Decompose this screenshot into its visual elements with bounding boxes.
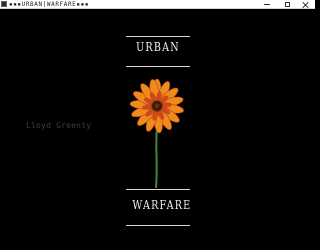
bottom-title: WARFARE <box>132 198 192 212</box>
flower-petals <box>129 78 184 134</box>
top-title-lower-divider <box>126 66 190 67</box>
window-titlebar[interactable]: ▪▪▪URBAN|WARFARE▪▪▪ <box>0 0 315 9</box>
minimize-icon <box>264 4 270 5</box>
minimize-button[interactable] <box>260 0 274 9</box>
top-title: URBAN <box>136 40 180 54</box>
flower-stem <box>155 127 158 188</box>
top-title-upper-divider <box>126 36 190 37</box>
maximize-button[interactable] <box>280 0 294 9</box>
window-title: ▪▪▪URBAN|WARFARE▪▪▪ <box>9 1 90 8</box>
bottom-title-upper-divider <box>126 189 190 190</box>
bottom-title-lower-divider <box>126 225 190 226</box>
side-label: Lloyd Greenty <box>26 121 92 130</box>
game-viewport: URBAN Lloyd Greenty WARFARE <box>0 9 315 250</box>
close-button[interactable] <box>299 0 313 9</box>
maximize-icon <box>284 2 290 7</box>
close-icon <box>303 2 309 8</box>
flower-icon <box>129 78 184 188</box>
app-icon <box>1 1 7 7</box>
